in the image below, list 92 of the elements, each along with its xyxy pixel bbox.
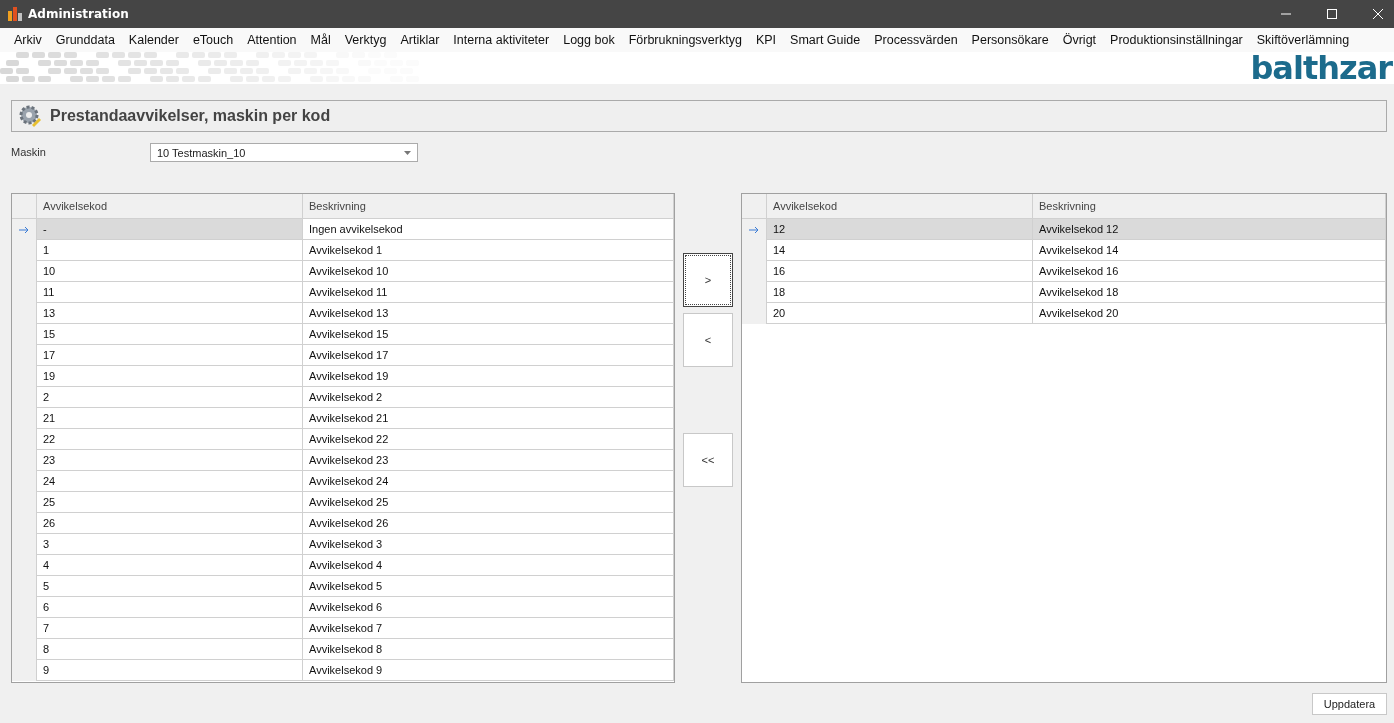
table-cell[interactable]: 5 (37, 576, 303, 597)
transfer-button[interactable]: << (683, 433, 733, 487)
table-cell[interactable]: Avvikelsekod 17 (303, 345, 674, 366)
table-cell[interactable]: Avvikelsekod 2 (303, 387, 674, 408)
table-cell[interactable]: 24 (37, 471, 303, 492)
table-cell[interactable]: 25 (37, 492, 303, 513)
table-cell[interactable]: 10 (37, 261, 303, 282)
table-cell[interactable]: Avvikelsekod 13 (303, 303, 674, 324)
close-icon[interactable] (1372, 8, 1384, 20)
table-cell[interactable]: Ingen avvikelsekod (303, 219, 674, 240)
table-cell[interactable]: Avvikelsekod 7 (303, 618, 674, 639)
menu-item[interactable]: Artiklar (393, 33, 447, 47)
menu-item[interactable]: Processvärden (867, 33, 965, 47)
row-header[interactable] (742, 219, 767, 240)
table-cell[interactable]: 9 (37, 660, 303, 681)
menu-item[interactable]: Attention (240, 33, 304, 47)
table-cell[interactable]: 26 (37, 513, 303, 534)
table-cell[interactable]: 1 (37, 240, 303, 261)
menu-item[interactable]: Kalender (121, 33, 186, 47)
table-cell[interactable]: Avvikelsekod 4 (303, 555, 674, 576)
table-cell[interactable]: Avvikelsekod 23 (303, 450, 674, 471)
menu-item[interactable]: Logg bok (556, 33, 622, 47)
table-cell[interactable]: Avvikelsekod 16 (1033, 261, 1386, 282)
table-cell[interactable]: - (37, 219, 303, 240)
menu-item[interactable]: Interna aktiviteter (446, 33, 557, 47)
table-cell[interactable]: 6 (37, 597, 303, 618)
table-cell[interactable]: Avvikelsekod 11 (303, 282, 674, 303)
table-cell[interactable]: Avvikelsekod 20 (1033, 303, 1386, 324)
gear-icon (18, 104, 42, 128)
table-cell[interactable]: 16 (767, 261, 1033, 282)
page-title: Prestandaavvikelser, maskin per kod (50, 107, 331, 125)
table-cell[interactable]: 11 (37, 282, 303, 303)
menu-item[interactable]: KPI (748, 33, 784, 47)
table-cell[interactable]: 20 (767, 303, 1033, 324)
table-cell[interactable]: Avvikelsekod 12 (1033, 219, 1386, 240)
row-pointer-icon (749, 225, 759, 234)
menu-item[interactable]: Mål (303, 33, 338, 47)
bar-chart-icon (6, 5, 24, 23)
table-cell[interactable]: 21 (37, 408, 303, 429)
table-cell[interactable]: 12 (767, 219, 1033, 240)
maximize-icon[interactable] (1326, 8, 1338, 20)
table-cell[interactable]: 13 (37, 303, 303, 324)
table-cell[interactable]: Avvikelsekod 25 (303, 492, 674, 513)
table-cell[interactable]: Avvikelsekod 10 (303, 261, 674, 282)
table-cell[interactable]: Avvikelsekod 5 (303, 576, 674, 597)
logo: balthzar (1250, 52, 1392, 84)
table-cell[interactable]: 23 (37, 450, 303, 471)
menu-item[interactable]: Verktyg (337, 33, 394, 47)
table-cell[interactable]: Avvikelsekod 9 (303, 660, 674, 681)
table-cell[interactable]: 15 (37, 324, 303, 345)
table-cell[interactable]: 18 (767, 282, 1033, 303)
table-cell[interactable]: 14 (767, 240, 1033, 261)
transfer-button[interactable]: > (683, 253, 733, 307)
menu-item[interactable]: Smart Guide (783, 33, 868, 47)
machine-dropdown[interactable]: 10 Testmaskin_10 (150, 143, 418, 162)
table-cell[interactable]: 8 (37, 639, 303, 660)
field-label: Maskin (11, 145, 47, 158)
menu-item[interactable]: Skiftöverlämning (1249, 33, 1357, 47)
table-cell[interactable]: 4 (37, 555, 303, 576)
table-cell[interactable]: Avvikelsekod 3 (303, 534, 674, 555)
table-cell[interactable]: 7 (37, 618, 303, 639)
table-cell[interactable]: Avvikelsekod 8 (303, 639, 674, 660)
row-header[interactable] (12, 660, 37, 681)
table-cell[interactable]: Avvikelsekod 6 (303, 597, 674, 618)
update-button[interactable]: Uppdatera (1312, 693, 1387, 715)
row-header[interactable] (742, 303, 767, 324)
menu-item[interactable]: Personsökare (964, 33, 1056, 47)
table-cell[interactable]: 22 (37, 429, 303, 450)
table-cell[interactable]: Avvikelsekod 18 (1033, 282, 1386, 303)
menu-item[interactable]: Förbrukningsverktyg (621, 33, 749, 47)
menu-item[interactable]: eTouch (185, 33, 241, 47)
table-cell[interactable]: Avvikelsekod 21 (303, 408, 674, 429)
table-cell[interactable]: Avvikelsekod 1 (303, 240, 674, 261)
table-cell[interactable]: 2 (37, 387, 303, 408)
menu-item[interactable]: Arkiv (7, 33, 49, 47)
menu-item[interactable]: Produktionsinställningar (1103, 33, 1250, 47)
transfer-button[interactable]: < (683, 313, 733, 367)
table-cell[interactable]: 3 (37, 534, 303, 555)
table-cell[interactable]: Avvikelsekod 22 (303, 429, 674, 450)
table-cell[interactable]: Avvikelsekod 14 (1033, 240, 1386, 261)
row-pointer-icon (19, 225, 29, 234)
window-title: Administration (28, 7, 129, 21)
table-cell[interactable]: 17 (37, 345, 303, 366)
menu-item[interactable]: Grunddata (48, 33, 122, 47)
table-cell[interactable]: 19 (37, 366, 303, 387)
table-cell[interactable]: Avvikelsekod 15 (303, 324, 674, 345)
dropdown-arrow-icon (404, 150, 411, 155)
table-cell[interactable]: Avvikelsekod 19 (303, 366, 674, 387)
menu-item[interactable]: Övrigt (1055, 33, 1104, 47)
row-header[interactable] (12, 219, 37, 240)
table-cell[interactable]: Avvikelsekod 26 (303, 513, 674, 534)
table-cell[interactable]: Avvikelsekod 24 (303, 471, 674, 492)
